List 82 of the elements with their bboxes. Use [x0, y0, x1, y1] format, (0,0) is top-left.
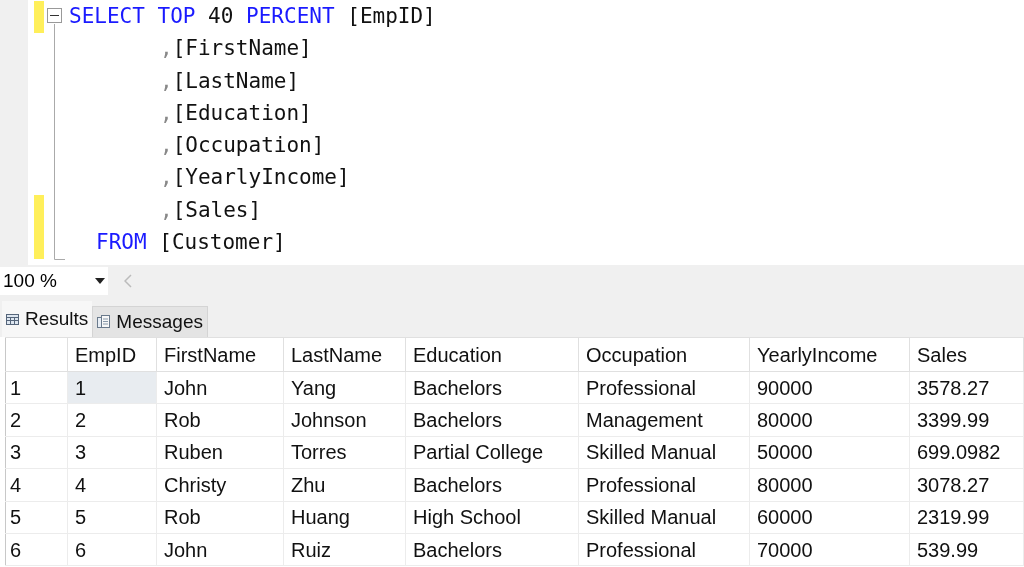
table-cell: 1 — [67, 371, 157, 404]
row-number[interactable]: 4 — [5, 468, 68, 502]
table-cell: 2319.99 — [909, 501, 1024, 534]
row-number[interactable]: 2 — [5, 403, 68, 437]
table-cell: Ruben — [156, 436, 284, 469]
table-cell: Professional — [578, 468, 750, 502]
comma: , — [160, 36, 173, 61]
comma: , — [160, 165, 173, 190]
column-header[interactable]: EmpID — [67, 337, 157, 372]
table-cell: Bachelors — [405, 533, 579, 566]
sql-identifier: [Education] — [172, 100, 312, 125]
table-cell: Yang — [283, 371, 406, 404]
table-cell: Bachelors — [405, 403, 579, 437]
table-cell: 50000 — [749, 436, 910, 469]
table-cell: John — [156, 533, 284, 566]
table-cell: 80000 — [749, 468, 910, 502]
comma: , — [160, 133, 173, 158]
sql-identifier: [Sales] — [172, 197, 262, 222]
table-cell: 699.0982 — [909, 436, 1024, 469]
grid-icon — [6, 313, 19, 325]
collapse-icon[interactable] — [47, 8, 62, 23]
table-cell: 3399.99 — [909, 403, 1024, 437]
table-cell: 60000 — [749, 501, 910, 534]
table-cell: 80000 — [749, 403, 910, 437]
table-cell: John — [156, 371, 284, 404]
comma: , — [160, 197, 173, 222]
table-cell: Partial College — [405, 436, 579, 469]
row-number[interactable]: 6 — [5, 533, 68, 566]
row-number[interactable]: 1 — [5, 371, 68, 404]
table-cell: Bachelors — [405, 468, 579, 502]
table-cell: 539.99 — [909, 533, 1024, 566]
sql-keyword: PERCENT — [246, 4, 335, 28]
column-header[interactable]: Education — [405, 337, 579, 372]
table-cell: High School — [405, 501, 579, 534]
table-cell: Rob — [156, 501, 284, 534]
table-cell: 70000 — [749, 533, 910, 566]
sql-identifier: [Customer] — [159, 230, 286, 255]
sql-identifier: [YearlyIncome] — [172, 165, 350, 190]
sql-keyword: TOP — [157, 4, 196, 28]
table-cell: Zhu — [283, 468, 406, 502]
column-header[interactable]: LastName — [283, 337, 406, 372]
table-cell: 3 — [67, 436, 157, 469]
comma: , — [160, 68, 173, 93]
zoom-value: 100 % — [3, 268, 57, 293]
row-number[interactable]: 5 — [5, 501, 68, 534]
column-header[interactable]: Occupation — [578, 337, 750, 372]
sql-keyword: FROM — [96, 230, 147, 255]
table-cell: 3578.27 — [909, 371, 1024, 404]
table-cell: Professional — [578, 371, 750, 404]
table-cell: 5 — [67, 501, 157, 534]
sql-identifier: 40 — [208, 4, 234, 28]
table-cell: 90000 — [749, 371, 910, 404]
sql-identifier: [LastName] — [172, 68, 300, 93]
table-cell: Christy — [156, 468, 284, 502]
table-cell: Skilled Manual — [578, 436, 750, 469]
table-cell: Torres — [283, 436, 406, 469]
table-cell: Ruiz — [283, 533, 406, 566]
table-cell: 3078.27 — [909, 468, 1024, 502]
table-cell: Huang — [283, 501, 406, 534]
table-cell: Rob — [156, 403, 284, 437]
document-icon — [97, 315, 111, 329]
column-header[interactable]: Sales — [909, 337, 1024, 372]
table-cell: Management — [578, 403, 750, 437]
table-cell: Professional — [578, 533, 750, 566]
table-cell: 6 — [67, 533, 157, 566]
table-cell: Skilled Manual — [578, 501, 750, 534]
results-tab[interactable]: Messages — [92, 306, 208, 337]
sql-identifier: [EmpID] — [347, 4, 436, 28]
sql-identifier: [FirstName] — [172, 36, 312, 61]
sql-keyword: SELECT — [69, 4, 145, 28]
table-cell: 4 — [67, 468, 157, 502]
table-cell: Bachelors — [405, 371, 579, 404]
table-cell: Johnson — [283, 403, 406, 437]
column-header[interactable]: FirstName — [156, 337, 284, 372]
sql-identifier: [Occupation] — [172, 133, 325, 158]
column-header[interactable]: YearlyIncome — [749, 337, 910, 372]
results-tab[interactable]: Results — [2, 301, 93, 337]
comma: , — [160, 100, 173, 125]
row-number[interactable]: 3 — [5, 436, 68, 469]
caret-icon — [95, 278, 105, 284]
zoom-dropdown[interactable]: 100 % — [0, 267, 108, 295]
table-cell: 2 — [67, 403, 157, 437]
